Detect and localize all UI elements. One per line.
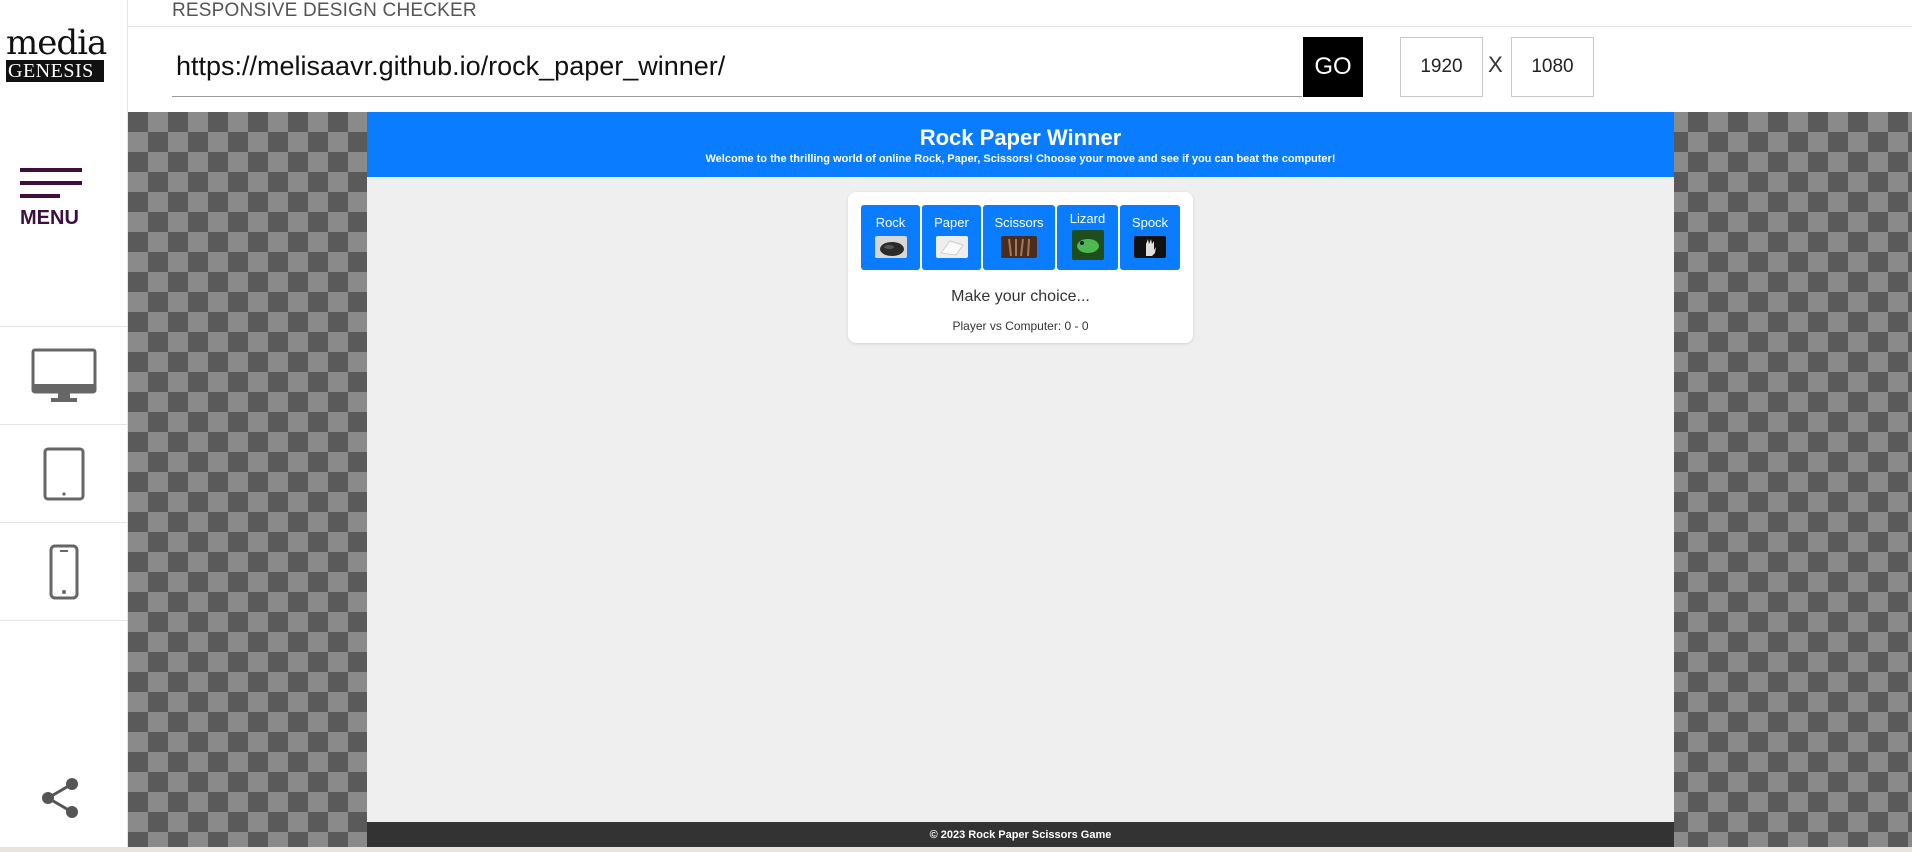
site-preview-frame[interactable]: Rock Paper Winner Welcome to the thrilli… (367, 112, 1674, 847)
choice-label: Rock (875, 215, 906, 230)
desktop-icon (31, 348, 96, 402)
mobile-view-button[interactable] (0, 523, 127, 621)
choice-buttons: Rock Paper Scissors Lizard Spock (861, 205, 1180, 270)
hamburger-icon (20, 168, 82, 172)
url-input[interactable] (172, 37, 1302, 97)
tablet-view-button[interactable] (0, 425, 127, 523)
share-button[interactable] (38, 776, 82, 820)
site-title: Rock Paper Winner (919, 125, 1122, 150)
logo-bottom-text: GENESIS (6, 60, 104, 82)
site-footer: © 2023 Rock Paper Scissors Game (367, 822, 1674, 847)
rock-button[interactable]: Rock (861, 205, 920, 270)
scissors-image-icon (1001, 236, 1037, 258)
header-divider (128, 26, 1912, 27)
taskbar-edge (0, 847, 1912, 852)
menu-button[interactable]: MENU (20, 168, 86, 230)
media-genesis-logo[interactable]: media GENESIS (6, 23, 107, 84)
share-icon (42, 778, 78, 818)
menu-label: MENU (20, 207, 79, 229)
go-button[interactable]: GO (1303, 37, 1363, 97)
lizard-image-icon (1071, 230, 1104, 260)
rock-image-icon (874, 236, 907, 258)
site-subtitle: Welcome to the thrilling world of online… (705, 153, 1336, 165)
mobile-icon (49, 544, 78, 600)
paper-image-icon (935, 236, 968, 258)
choice-label: Lizard (1069, 211, 1106, 226)
lizard-button[interactable]: Lizard (1057, 205, 1118, 270)
spock-button[interactable]: Spock (1120, 205, 1180, 270)
game-card: Rock Paper Scissors Lizard Spock Make yo… (848, 192, 1193, 343)
sidebar-divider (0, 620, 127, 621)
choice-label: Scissors (994, 215, 1044, 230)
height-input[interactable]: 1080 (1511, 37, 1594, 97)
paper-button[interactable]: Paper (922, 205, 981, 270)
width-input[interactable]: 1920 (1400, 37, 1483, 97)
desktop-view-button[interactable] (0, 327, 127, 425)
spock-image-icon (1134, 236, 1166, 258)
game-status: Make your choice... (951, 288, 1090, 305)
site-header: Rock Paper Winner Welcome to the thrilli… (367, 112, 1674, 177)
sidebar: media GENESIS MENU (0, 0, 128, 852)
scissors-button[interactable]: Scissors (983, 205, 1055, 270)
score-display: Player vs Computer: 0 - 0 (952, 319, 1089, 333)
choice-label: Spock (1131, 215, 1169, 230)
dimension-separator: X (1488, 52, 1503, 77)
tablet-icon (43, 447, 84, 501)
logo-top-text: media (6, 23, 107, 63)
app-title: RESPONSIVE DESIGN CHECKER (172, 0, 477, 21)
choice-label: Paper (934, 215, 969, 230)
